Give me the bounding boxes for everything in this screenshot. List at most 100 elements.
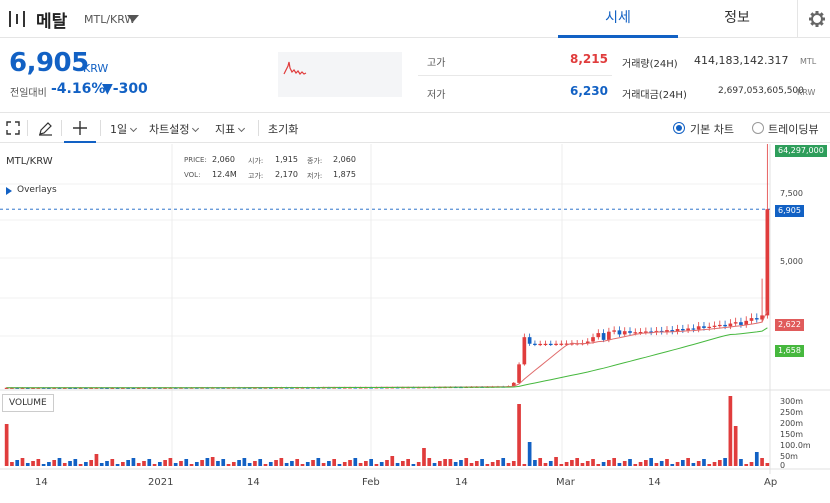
volume-bar xyxy=(84,462,88,466)
volume-bar xyxy=(36,459,41,466)
legend-low-value: 1,875 xyxy=(333,170,356,179)
volume-bar xyxy=(385,460,389,466)
volume-value: 414,183,142.317 xyxy=(694,54,789,67)
volume-bar xyxy=(47,462,51,466)
volume-bar xyxy=(342,462,347,466)
volume-bar xyxy=(231,462,236,466)
coin-dropdown-icon[interactable] xyxy=(127,15,139,22)
price-tag-ma-short: 2,622 xyxy=(775,319,804,331)
tab-info[interactable]: 정보 xyxy=(678,0,796,38)
volume-bar xyxy=(121,462,125,466)
x-axis-label: 14 xyxy=(247,477,260,488)
legend-high-value: 2,170 xyxy=(275,170,298,179)
volume-bar xyxy=(453,462,458,466)
volume-bar xyxy=(348,460,352,466)
price-chart[interactable]: MTL/KRW Overlays PRICE: 2,060 시가: 1,915 … xyxy=(0,144,830,503)
volume-bar xyxy=(517,404,521,466)
legend-vol-value: 12.4M xyxy=(212,170,237,179)
pencil-icon[interactable] xyxy=(38,121,53,136)
volume-bar xyxy=(73,459,78,466)
volume-bar xyxy=(327,461,331,466)
volume-bar xyxy=(754,452,759,466)
indicators-menu[interactable]: 지표 xyxy=(215,121,246,137)
candle-body xyxy=(733,322,738,324)
volume-bar xyxy=(506,463,511,466)
indicators-label: 지표 xyxy=(215,123,236,136)
tradingview-radio[interactable] xyxy=(752,122,764,134)
volume-bar xyxy=(253,461,257,466)
volume-bar xyxy=(702,459,706,466)
x-axis-label: 14 xyxy=(35,477,48,488)
volume-bar xyxy=(654,463,659,466)
volume-bar xyxy=(131,458,136,466)
volume-bar xyxy=(728,396,733,466)
candle-body xyxy=(548,343,553,346)
tradingview-label[interactable]: 트레이딩뷰 xyxy=(768,121,819,137)
basic-chart-label[interactable]: 기본 차트 xyxy=(690,121,734,137)
x-axis-label: Mar xyxy=(556,477,575,488)
volume-bar xyxy=(99,463,104,466)
volume-bar xyxy=(15,460,20,466)
volume-bar xyxy=(649,458,653,466)
candle-body xyxy=(517,364,521,383)
volume-bar xyxy=(184,459,189,466)
volume-bar xyxy=(522,464,527,466)
chart-canvas[interactable] xyxy=(0,144,830,503)
volume-bar xyxy=(189,464,194,466)
toolbar-divider xyxy=(258,120,259,136)
candle-body xyxy=(712,325,717,327)
volume-bar xyxy=(733,426,738,466)
volume-bar xyxy=(717,460,722,466)
interval-select[interactable]: 1일 xyxy=(110,121,138,137)
reset-button[interactable]: 초기화 xyxy=(268,121,298,137)
candle-body xyxy=(554,343,558,345)
volume-bar xyxy=(490,462,495,466)
candle-body xyxy=(596,333,601,338)
volume-bar xyxy=(607,460,611,466)
overlays-toggle[interactable]: Overlays xyxy=(17,185,57,195)
candle-body xyxy=(527,337,532,344)
interval-label: 1일 xyxy=(110,123,128,136)
volume-bar xyxy=(4,424,9,466)
volume-bar xyxy=(25,463,30,466)
volume-bar xyxy=(358,463,363,466)
low-label: 저가 xyxy=(427,90,446,101)
tab-quote[interactable]: 시세 xyxy=(558,0,678,38)
settings-button[interactable] xyxy=(797,0,830,38)
low-value: 6,230 xyxy=(570,84,608,98)
volume-bar xyxy=(390,456,395,466)
crosshair-icon[interactable] xyxy=(72,120,88,136)
volume-label: 거래량(24H) xyxy=(622,59,678,70)
candle-body xyxy=(696,326,701,330)
volume-bar xyxy=(353,458,358,466)
candle-body xyxy=(591,337,595,342)
legend-high-key: 고가: xyxy=(248,172,264,180)
volume-bar xyxy=(268,462,273,466)
candle-body xyxy=(633,332,638,334)
volume-bar xyxy=(158,462,162,466)
volume-bar xyxy=(142,461,146,466)
amount-value: 2,697,053,605,500 xyxy=(718,86,804,96)
volume-bar xyxy=(337,464,342,466)
prev-day-label: 전일대비 xyxy=(10,88,47,99)
volume-bar xyxy=(601,462,606,466)
candle-body xyxy=(522,337,527,365)
expand-triangle-icon[interactable] xyxy=(6,187,12,195)
volume-bar xyxy=(765,463,770,466)
volume-bar xyxy=(290,461,294,466)
fullscreen-icon[interactable] xyxy=(6,121,20,135)
volume-bar xyxy=(221,459,226,466)
high-label: 고가 xyxy=(427,58,446,69)
chart-settings-menu[interactable]: 차트설정 xyxy=(149,121,200,137)
volume-bar xyxy=(474,461,479,466)
volume-bar xyxy=(570,460,574,466)
basic-chart-radio[interactable] xyxy=(673,122,685,134)
volume-bar xyxy=(469,463,474,466)
volume-bar xyxy=(242,458,247,466)
volume-bar xyxy=(395,463,400,466)
volume-bar xyxy=(459,460,463,466)
chart-toolbar: 1일 차트설정 지표 초기화 기본 차트 트레이딩뷰 xyxy=(0,112,830,143)
volume-axis-label: 0 xyxy=(780,461,786,470)
volume-bar xyxy=(179,461,183,466)
volume-bar xyxy=(633,464,638,466)
